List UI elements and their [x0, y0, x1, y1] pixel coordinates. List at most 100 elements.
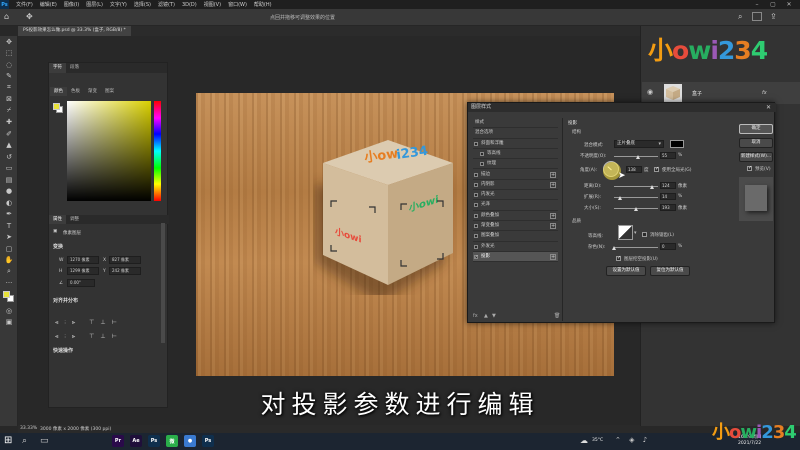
shadow-color-swatch[interactable] — [670, 140, 684, 148]
tab-color[interactable]: 颜色 — [50, 87, 67, 96]
size-input[interactable]: 193 — [660, 204, 676, 211]
add-style-icon[interactable]: + — [550, 212, 556, 219]
tab-swatches[interactable]: 色板 — [67, 87, 84, 96]
style-item-12[interactable]: 外发光 — [473, 242, 558, 252]
heal-icon[interactable]: ✚ — [0, 117, 18, 129]
add-style-icon[interactable]: + — [550, 181, 556, 188]
wechat-icon[interactable]: 微 — [166, 435, 178, 447]
tab-patterns[interactable]: 图案 — [101, 87, 118, 96]
foreground-color-swatch[interactable] — [3, 291, 10, 298]
brush-icon[interactable]: ✐ — [0, 128, 18, 140]
style-checkbox[interactable] — [474, 141, 478, 146]
antialias-checkbox[interactable] — [642, 232, 647, 237]
pen-icon[interactable]: ✒ — [0, 209, 18, 221]
history-brush-icon[interactable]: ↺ — [0, 151, 18, 163]
style-checkbox[interactable] — [480, 151, 484, 156]
distance-input[interactable]: 124 — [660, 182, 676, 189]
add-style-icon[interactable]: + — [550, 223, 556, 229]
style-item-5[interactable]: 描边 + — [473, 170, 558, 180]
color-picker-field[interactable] — [67, 101, 151, 201]
cancel-button[interactable]: 取消 — [739, 138, 773, 148]
style-item-0[interactable]: 样式 — [473, 118, 558, 129]
reset-default-button[interactable]: 复位为默认值 — [650, 266, 690, 276]
taskview-icon[interactable]: ▭ — [40, 436, 49, 446]
height-field[interactable]: 1299 像素 — [67, 267, 99, 275]
menu-filter[interactable]: 滤镜(T) — [158, 1, 175, 8]
distance-slider-knob[interactable] — [650, 185, 654, 189]
stamp-icon[interactable]: ▲ — [0, 140, 18, 152]
add-style-icon[interactable]: + — [550, 171, 556, 178]
screen-mode-icon[interactable]: ▣ — [0, 317, 18, 329]
search-taskbar-icon[interactable]: ⌕ — [22, 436, 27, 446]
ok-button[interactable]: 确定 — [739, 124, 773, 134]
move-down-icon[interactable]: ▼ — [492, 313, 496, 319]
style-item-8[interactable]: 光泽 — [473, 200, 558, 211]
tab-gradients[interactable]: 渐变 — [84, 87, 101, 96]
style-checkbox[interactable] — [474, 253, 478, 263]
noise-slider[interactable] — [614, 247, 658, 248]
windows-start-icon[interactable]: ⊞ — [4, 435, 12, 446]
style-item-9[interactable]: 颜色叠加 + — [473, 211, 558, 221]
tray-icons[interactable]: ⌃ ◈ ♪ — [615, 436, 650, 444]
menu-type[interactable]: 文字(Y) — [110, 1, 127, 8]
style-item-6[interactable]: 内阴影 + — [473, 180, 558, 191]
blur-icon[interactable]: ● — [0, 186, 18, 198]
style-checkbox[interactable] — [480, 162, 484, 167]
hue-slider[interactable] — [154, 101, 161, 201]
move-tool-icon[interactable]: ✥ — [26, 12, 33, 21]
maximize-icon[interactable]: ▢ — [766, 0, 780, 9]
add-style-icon[interactable]: + — [550, 253, 556, 260]
fx-badge[interactable]: fx — [762, 90, 767, 96]
type-icon[interactable]: T — [0, 220, 18, 232]
move-up-icon[interactable]: ▲ — [484, 313, 488, 319]
quick-mask-icon[interactable]: ◎ — [0, 305, 18, 317]
panel-foreground-swatch[interactable] — [53, 103, 60, 110]
trash-icon[interactable]: 🗑 — [554, 313, 560, 319]
opacity-slider-knob[interactable] — [636, 155, 641, 159]
menu-window[interactable]: 窗口(W) — [228, 1, 247, 8]
pr-icon[interactable]: Pr — [112, 435, 124, 447]
knockout-checkbox[interactable] — [616, 255, 621, 261]
color-swatches[interactable] — [0, 289, 18, 305]
close-icon[interactable]: ✕ — [766, 103, 771, 112]
panel-scrollbar[interactable] — [161, 223, 165, 343]
align-icons-row2[interactable]: ⫷⫶⫸ ⊤⊥⊢ — [55, 333, 123, 341]
noise-slider-knob[interactable] — [612, 246, 616, 250]
spread-input[interactable]: 14 — [660, 193, 676, 200]
style-checkbox[interactable] — [474, 224, 478, 228]
menu-image[interactable]: 图像(I) — [64, 1, 79, 8]
angle-input[interactable]: 138 — [626, 166, 642, 173]
fx-menu-button[interactable]: fx — [473, 313, 478, 319]
style-checkbox[interactable] — [474, 203, 478, 208]
style-checkbox[interactable] — [474, 234, 478, 239]
crop-icon[interactable]: ⌗ — [0, 82, 18, 94]
menu-layer[interactable]: 图层(L) — [86, 1, 103, 8]
style-item-10[interactable]: 渐变叠加 + — [473, 221, 558, 232]
ps2-icon[interactable]: Ps — [202, 435, 214, 447]
menu-view[interactable]: 视图(V) — [204, 1, 221, 8]
menu-select[interactable]: 选择(S) — [134, 1, 151, 8]
style-checkbox[interactable] — [474, 244, 478, 249]
weather-icon[interactable]: ☁ — [580, 436, 588, 445]
blend-mode-select[interactable]: 正片叠底 — [614, 140, 664, 148]
path-select-icon[interactable]: ➤ — [0, 232, 18, 244]
hand-icon[interactable]: ✋ — [0, 255, 18, 267]
layer-row-box[interactable]: ◉ 盒子 fx — [642, 82, 800, 104]
preview-checkbox[interactable] — [747, 165, 752, 171]
width-field[interactable]: 1270 像素 — [67, 256, 99, 264]
style-item-2[interactable]: 斜面和浮雕 — [473, 139, 558, 149]
eye-icon[interactable]: ◉ — [647, 88, 653, 96]
menu-file[interactable]: 文件(F) — [16, 1, 33, 8]
contour-picker[interactable] — [618, 225, 633, 240]
ps-icon[interactable]: Ps — [148, 435, 160, 447]
spread-slider-knob[interactable] — [618, 196, 622, 200]
minimize-icon[interactable]: – — [750, 0, 764, 9]
tab-character[interactable]: 字符 — [49, 63, 66, 73]
tab-paragraph[interactable]: 段落 — [66, 63, 83, 73]
style-item-4[interactable]: 纹理 — [473, 159, 558, 170]
global-light-checkbox[interactable] — [654, 166, 659, 172]
search-icon[interactable]: ⌕ — [738, 12, 742, 22]
eraser-icon[interactable]: ▭ — [0, 163, 18, 175]
layer-name[interactable]: 盒子 — [692, 90, 702, 97]
gradient-icon[interactable]: ▤ — [0, 174, 18, 186]
